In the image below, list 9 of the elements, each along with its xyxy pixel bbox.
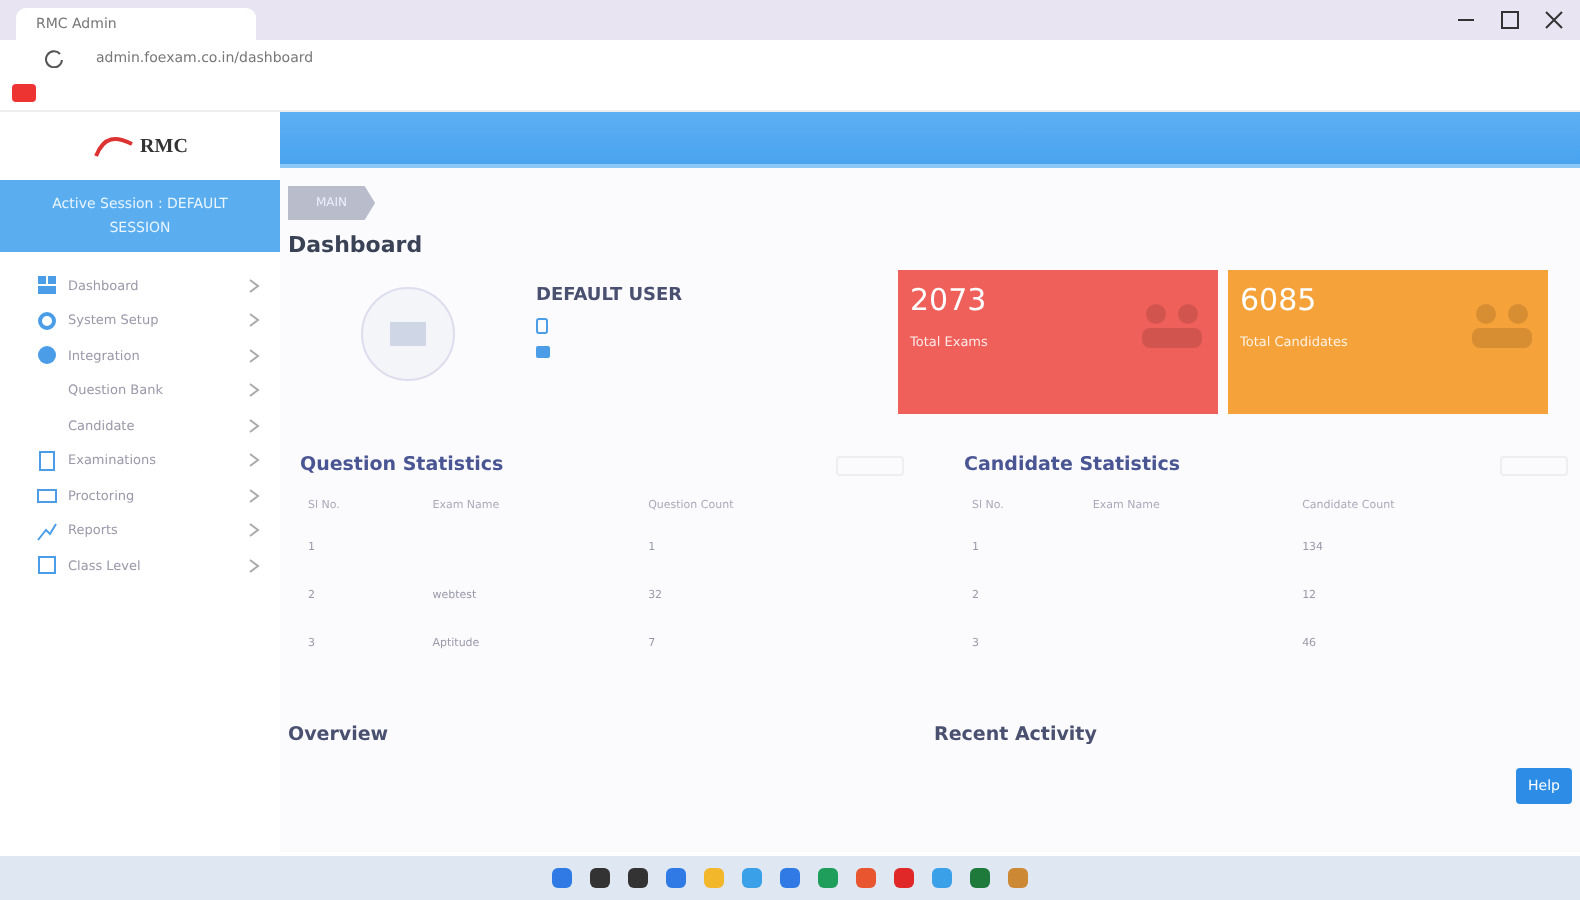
panel-title: Question Statistics [300,454,504,476]
logo-text: RMC [140,135,188,157]
section-title: Recent Activity [934,724,1099,746]
stat-value: 2073 [910,282,988,318]
user-name: DEFAULT USER [536,286,683,306]
section-title: Overview [288,724,391,746]
panel-title: Candidate Statistics [964,454,1181,476]
stat-value: 6085 [1240,282,1319,318]
page-title: Dashboard [288,232,425,258]
